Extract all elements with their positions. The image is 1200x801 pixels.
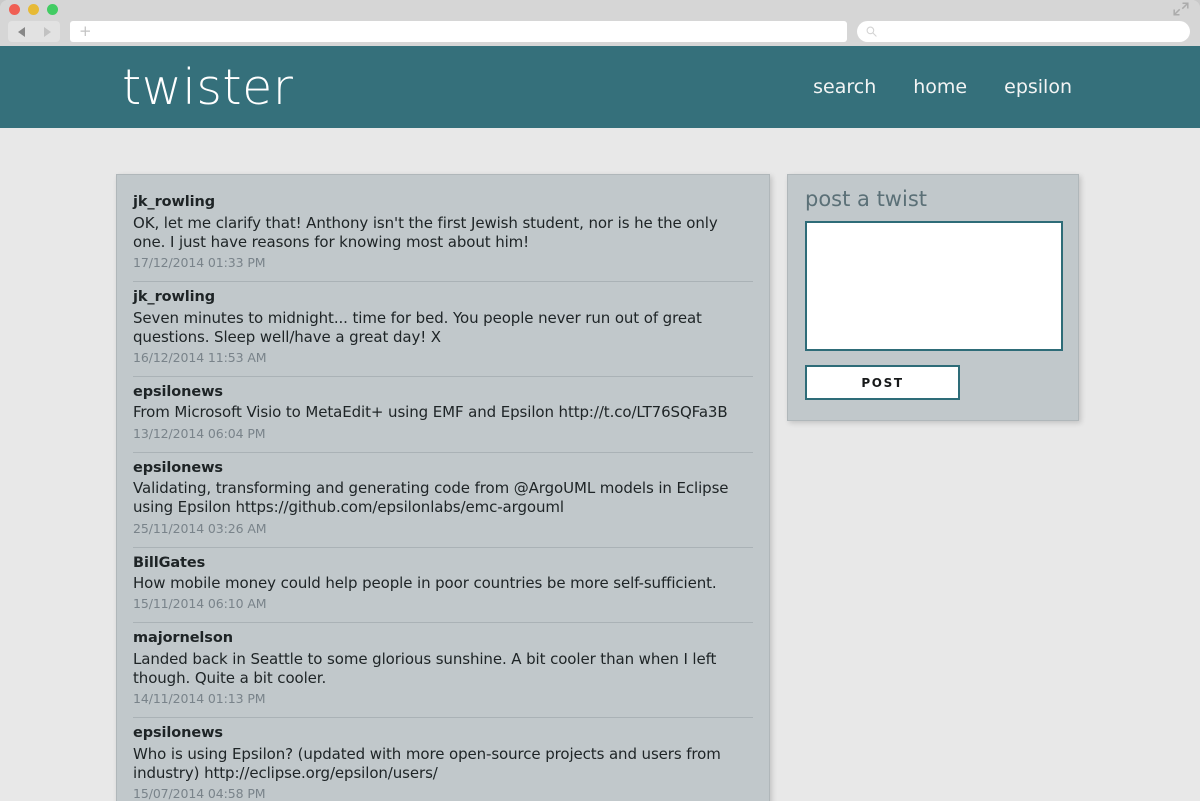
- address-bar[interactable]: +: [70, 21, 847, 42]
- browser-toolbar: +: [0, 17, 1200, 46]
- table-row[interactable]: epsilonewsFrom Microsoft Visio to MetaEd…: [133, 377, 753, 453]
- forward-button[interactable]: [34, 21, 60, 42]
- post-text: How mobile money could help people in po…: [133, 573, 753, 596]
- window-controls: [9, 4, 58, 15]
- table-row[interactable]: majornelsonLanded back in Seattle to som…: [133, 623, 753, 718]
- post-author[interactable]: BillGates: [133, 554, 753, 574]
- table-row[interactable]: epsilonewsWho is using Epsilon? (updated…: [133, 718, 753, 801]
- post-text: Seven minutes to midnight... time for be…: [133, 308, 753, 350]
- composer-textarea[interactable]: [805, 221, 1063, 351]
- post-timestamp: 15/07/2014 04:58 PM: [133, 786, 753, 801]
- site-header: twister search home epsilon: [0, 46, 1200, 128]
- search-icon: [866, 26, 877, 37]
- nav-item-home[interactable]: home: [913, 76, 967, 98]
- nav-item-search[interactable]: search: [813, 76, 876, 98]
- table-row[interactable]: jk_rowlingOK, let me clarify that! Antho…: [133, 187, 753, 282]
- post-author[interactable]: jk_rowling: [133, 288, 753, 308]
- post-button[interactable]: POST: [805, 365, 960, 400]
- post-timestamp: 13/12/2014 06:04 PM: [133, 426, 753, 447]
- main-navigation: search home epsilon: [813, 76, 1165, 98]
- navigation-buttons: [8, 21, 60, 42]
- post-text: From Microsoft Visio to MetaEdit+ using …: [133, 402, 753, 425]
- post-text: OK, let me clarify that! Anthony isn't t…: [133, 213, 753, 255]
- back-arrow-icon: [18, 27, 25, 37]
- browser-titlebar: [0, 0, 1200, 17]
- page-viewport: twister search home epsilon jk_rowlingOK…: [0, 46, 1200, 801]
- post-text: Validating, transforming and generating …: [133, 478, 753, 520]
- post-timestamp: 17/12/2014 01:33 PM: [133, 255, 753, 276]
- back-button[interactable]: [8, 21, 34, 42]
- table-row[interactable]: BillGatesHow mobile money could help peo…: [133, 548, 753, 624]
- browser-window: + twister search home epsilon jk_rowling…: [0, 0, 1200, 801]
- table-row[interactable]: epsilonewsValidating, transforming and g…: [133, 453, 753, 548]
- fullscreen-icon[interactable]: [1172, 1, 1190, 17]
- maximize-window-button[interactable]: [47, 4, 58, 15]
- post-timestamp: 14/11/2014 01:13 PM: [133, 691, 753, 712]
- table-row[interactable]: jk_rowlingSeven minutes to midnight... t…: [133, 282, 753, 377]
- post-timestamp: 25/11/2014 03:26 AM: [133, 521, 753, 542]
- forward-arrow-icon: [44, 27, 51, 37]
- post-author[interactable]: epsilonews: [133, 383, 753, 403]
- post-author[interactable]: epsilonews: [133, 724, 753, 744]
- post-text: Who is using Epsilon? (updated with more…: [133, 744, 753, 786]
- minimize-window-button[interactable]: [28, 4, 39, 15]
- post-timestamp: 15/11/2014 06:10 AM: [133, 596, 753, 617]
- new-tab-icon[interactable]: +: [79, 24, 92, 39]
- close-window-button[interactable]: [9, 4, 20, 15]
- post-text: Landed back in Seattle to some glorious …: [133, 649, 753, 691]
- site-logo[interactable]: twister: [122, 63, 293, 112]
- post-timestamp: 16/12/2014 11:53 AM: [133, 350, 753, 371]
- composer-panel: post a twist POST: [787, 174, 1079, 421]
- post-author[interactable]: epsilonews: [133, 459, 753, 479]
- nav-item-epsilon[interactable]: epsilon: [1004, 76, 1072, 98]
- post-author[interactable]: jk_rowling: [133, 193, 753, 213]
- composer-title: post a twist: [805, 189, 1061, 221]
- post-author[interactable]: majornelson: [133, 629, 753, 649]
- browser-search-field[interactable]: [857, 21, 1190, 42]
- feed-panel: jk_rowlingOK, let me clarify that! Antho…: [116, 174, 770, 801]
